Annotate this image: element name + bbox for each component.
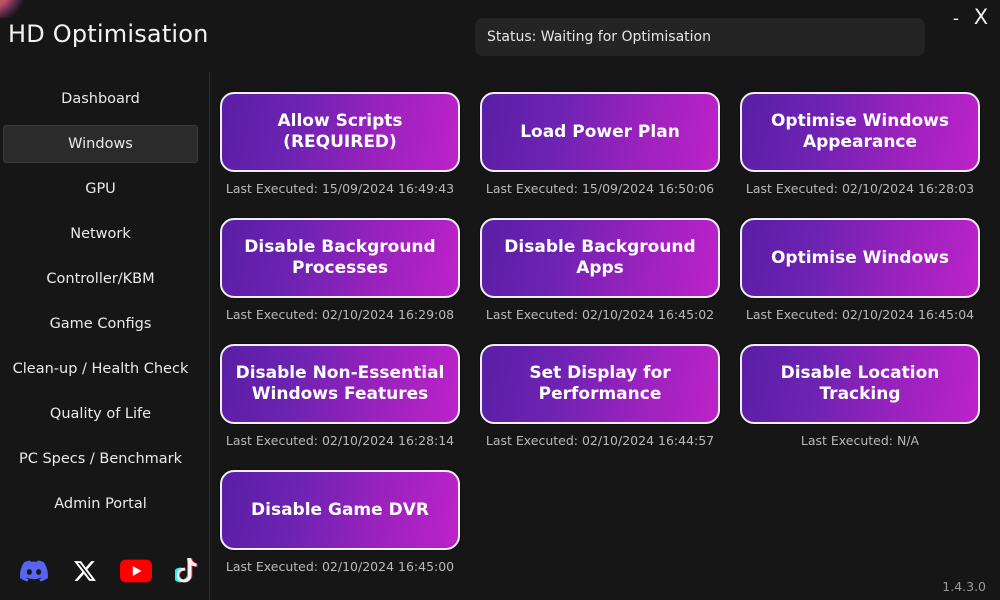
last-executed-label: Last Executed: 02/10/2024 16:29:08	[225, 307, 455, 322]
optimise-windows-appearance-button[interactable]: Optimise Windows Appearance	[740, 92, 980, 172]
sidebar-item-label: Game Configs	[49, 316, 152, 332]
app-window: HD Optimisation Status: Waiting for Opti…	[0, 0, 1000, 600]
sidebar-item-label: Admin Portal	[54, 496, 147, 512]
sidebar-item-label: Network	[70, 226, 131, 242]
sidebar-item-label: Controller/KBM	[46, 271, 155, 287]
sidebar-item-pc-specs-benchmark[interactable]: PC Specs / Benchmark	[3, 440, 198, 478]
youtube-icon[interactable]	[119, 554, 153, 588]
last-executed-label: Last Executed: 02/10/2024 16:28:03	[745, 181, 975, 196]
sidebar-item-gpu[interactable]: GPU	[3, 170, 198, 208]
sidebar: Dashboard Windows GPU Network Controller/KBM…	[0, 72, 210, 600]
sidebar-item-label: GPU	[85, 181, 116, 197]
title-bar: HD Optimisation Status: Waiting for Opti…	[0, 0, 1000, 72]
page-title: HD Optimisation	[8, 20, 209, 48]
close-button[interactable]: X	[968, 4, 994, 30]
x-twitter-icon[interactable]	[69, 554, 102, 588]
disable-location-tracking-button[interactable]: Disable Location Tracking	[740, 344, 980, 424]
disable-background-apps-button[interactable]: Disable Background Apps	[480, 218, 720, 298]
grid-cell: Allow Scripts (REQUIRED) Last Executed: 1…	[220, 92, 460, 196]
sidebar-item-dashboard[interactable]: Dashboard	[3, 80, 198, 118]
sidebar-item-network[interactable]: Network	[3, 215, 198, 253]
optimise-windows-button[interactable]: Optimise Windows	[740, 218, 980, 298]
grid-cell: Disable Location Tracking Last Executed: …	[740, 344, 980, 448]
social-links	[18, 554, 203, 588]
grid-cell: Set Display for Performance Last Executed…	[480, 344, 720, 448]
set-display-for-performance-button[interactable]: Set Display for Performance	[480, 344, 720, 424]
disable-game-dvr-button[interactable]: Disable Game DVR	[220, 470, 460, 550]
grid-cell: Load Power Plan Last Executed: 15/09/2024…	[480, 92, 720, 196]
grid-cell: Optimise Windows Appearance Last Executed…	[740, 92, 980, 196]
grid-cell: Disable Background Apps Last Executed: 02…	[480, 218, 720, 322]
sidebar-item-label: Windows	[68, 136, 133, 152]
version-label: 1.4.3.0	[942, 579, 986, 594]
discord-icon[interactable]	[18, 554, 51, 588]
disable-background-processes-button[interactable]: Disable Background Processes	[220, 218, 460, 298]
grid-cell: Disable Non-Essential Windows Features La…	[220, 344, 460, 448]
last-executed-label: Last Executed: 15/09/2024 16:49:43	[225, 181, 455, 196]
sidebar-item-game-configs[interactable]: Game Configs	[3, 305, 198, 343]
sidebar-item-label: Dashboard	[61, 91, 140, 107]
last-executed-label: Last Executed: 02/10/2024 16:44:57	[485, 433, 715, 448]
last-executed-label: Last Executed: 02/10/2024 16:45:04	[745, 307, 975, 322]
last-executed-label: Last Executed: 15/09/2024 16:50:06	[485, 181, 715, 196]
sidebar-item-label: Clean-up / Health Check	[12, 361, 189, 377]
grid-cell: Optimise Windows Last Executed: 02/10/202…	[740, 218, 980, 322]
status-text: Status: Waiting for Optimisation	[487, 29, 711, 45]
last-executed-label: Last Executed: N/A	[800, 433, 920, 448]
tiktok-icon[interactable]	[170, 554, 203, 588]
sidebar-item-admin-portal[interactable]: Admin Portal	[3, 485, 198, 523]
sidebar-item-windows[interactable]: Windows	[3, 125, 198, 163]
optimisation-grid: Allow Scripts (REQUIRED) Last Executed: 1…	[211, 72, 1000, 600]
disable-non-essential-windows-features-button[interactable]: Disable Non-Essential Windows Features	[220, 344, 460, 424]
last-executed-label: Last Executed: 02/10/2024 16:45:02	[485, 307, 715, 322]
sidebar-item-controller-kbm[interactable]: Controller/KBM	[3, 260, 198, 298]
grid-cell: Disable Game DVR Last Executed: 02/10/202…	[220, 470, 460, 574]
sidebar-item-label: Quality of Life	[49, 406, 152, 422]
last-executed-label: Last Executed: 02/10/2024 16:28:14	[225, 433, 455, 448]
last-executed-label: Last Executed: 02/10/2024 16:45:00	[225, 559, 455, 574]
minimise-button[interactable]: -	[945, 8, 967, 30]
sidebar-item-quality-of-life[interactable]: Quality of Life	[3, 395, 198, 433]
sidebar-item-label: PC Specs / Benchmark	[18, 451, 183, 467]
grid-cell: Disable Background Processes Last Execute…	[220, 218, 460, 322]
sidebar-item-clean-up-health-check[interactable]: Clean-up / Health Check	[3, 350, 198, 388]
load-power-plan-button[interactable]: Load Power Plan	[480, 92, 720, 172]
status-bar: Status: Waiting for Optimisation	[475, 18, 925, 56]
allow-scripts-required-button[interactable]: Allow Scripts (REQUIRED)	[220, 92, 460, 172]
